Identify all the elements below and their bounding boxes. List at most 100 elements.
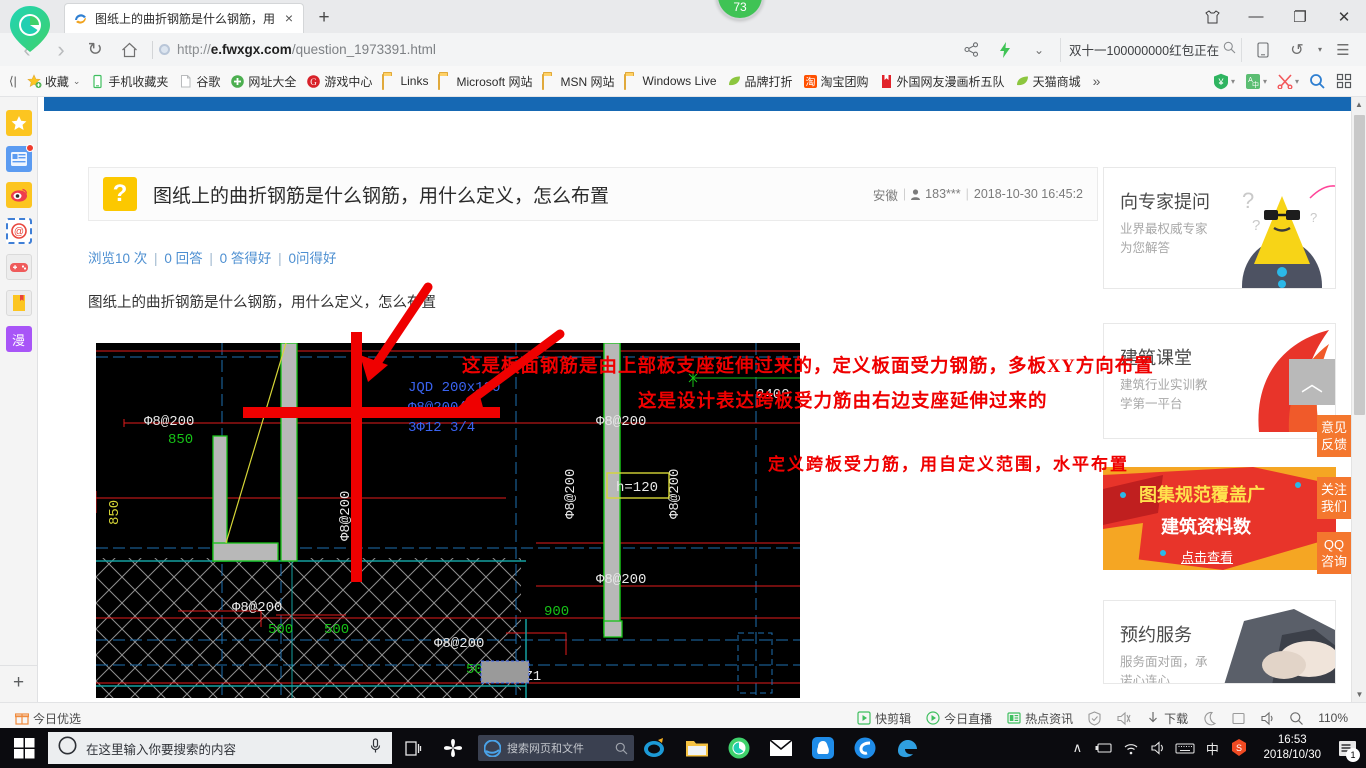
reload-button[interactable]: ↻ (78, 35, 112, 65)
bookmark-mobile-favorites[interactable]: 手机收藏夹 (85, 70, 173, 93)
stat-good-answers[interactable]: 0 答得好 (220, 251, 272, 266)
ime-mode-icon[interactable]: 中 (1199, 728, 1225, 768)
status-today-picks[interactable]: 今日优选 (8, 708, 87, 729)
battery-icon[interactable] (1091, 728, 1117, 768)
bookmarks-overflow-button[interactable]: » (1086, 73, 1108, 89)
stat-good-questions[interactable]: 0问得好 (288, 251, 336, 266)
bookmark-microsoft[interactable]: Microsoft 网站 (433, 70, 537, 93)
cortana-app-icon[interactable] (432, 728, 474, 768)
site-info-icon[interactable] (159, 44, 170, 55)
windows-start-icon[interactable] (0, 728, 48, 768)
maximize-button[interactable]: ❐ (1278, 0, 1322, 33)
chevron-down-icon[interactable]: ⌄ (73, 76, 81, 87)
status-window-mode[interactable] (1225, 709, 1252, 728)
status-zoom[interactable] (1283, 709, 1310, 728)
apps-grid-icon[interactable] (1332, 71, 1356, 91)
taskbar-clock[interactable]: 16:53 2018/10/30 (1253, 733, 1331, 763)
360-browser-icon[interactable] (718, 728, 760, 768)
360-safe-icon[interactable] (844, 728, 886, 768)
bookmark-favorites[interactable]: 收藏 ⌄ (22, 70, 86, 93)
mobile-view-icon[interactable] (1246, 35, 1280, 65)
scroll-up-arrow[interactable]: ▲ (1352, 97, 1366, 112)
ie-search-box[interactable]: 搜索网页和文件 (478, 735, 634, 761)
file-explorer-icon[interactable] (676, 728, 718, 768)
bookmark-google[interactable]: 谷歌 (173, 70, 225, 93)
ie-taskbar-icon[interactable] (634, 728, 676, 768)
stat-answers[interactable]: 0 回答 (164, 251, 202, 266)
skin-button[interactable] (1190, 0, 1234, 33)
bookmark-tmall[interactable]: 天猫商城 (1010, 70, 1086, 93)
follow-widget[interactable]: 关注 我们 (1317, 477, 1351, 519)
new-tab-button[interactable]: + (312, 6, 336, 30)
browser-tab[interactable]: 图纸上的曲折钢筋是什么钢筋，用 × (64, 3, 304, 33)
search-input[interactable]: 双十一100000000红包正在 (1060, 37, 1242, 62)
bookmark-game-center[interactable]: G 游戏中心 (301, 70, 377, 93)
status-volume[interactable] (1254, 709, 1281, 728)
stat-views[interactable]: 浏览10 次 (88, 251, 147, 266)
qq-icon[interactable] (802, 728, 844, 768)
ad-banner-cta[interactable]: 点击查看 (1181, 547, 1233, 566)
menu-button[interactable]: ☰ (1326, 35, 1360, 65)
qq-widget[interactable]: QQ 咨询 (1317, 532, 1351, 574)
bookmark-web-directory[interactable]: 网址大全 (225, 70, 301, 93)
bookmark-brand-discount[interactable]: 品牌打折 (722, 70, 798, 93)
status-quick-edit[interactable]: 快剪辑 (850, 708, 917, 729)
status-night-mode[interactable] (1196, 709, 1223, 728)
news-feed-icon[interactable] (5, 144, 34, 172)
mail-icon[interactable] (760, 728, 802, 768)
caret-icon[interactable]: ▾ (1263, 77, 1267, 86)
ad-banner-atlas[interactable]: 图集规范覆盖广 建筑资料数 点击查看 (1103, 467, 1336, 570)
keyboard-icon[interactable] (1172, 728, 1198, 768)
tab-close-icon[interactable]: × (281, 10, 297, 27)
status-mute[interactable] (1110, 709, 1137, 728)
caret-icon[interactable]: ▾ (1231, 77, 1235, 86)
edge-icon[interactable] (886, 728, 928, 768)
bookmarks-collapse-button[interactable]: ⟨| (4, 70, 22, 93)
novel-book-icon[interactable] (5, 290, 32, 316)
status-hot-news[interactable]: 热点资讯 (1000, 708, 1079, 729)
scissors-icon[interactable]: ▾ (1273, 71, 1303, 91)
status-live-today[interactable]: 今日直播 (919, 708, 998, 729)
back-to-top-button[interactable]: ︿ (1289, 359, 1335, 405)
bookmark-foreign-comics[interactable]: 外国网友漫画析五队 (874, 70, 1010, 93)
ad-ask-expert[interactable]: ? ? ? 向专家提问 业界最权威专家 为您解答 (1103, 167, 1336, 289)
ad-appointment-service[interactable]: 预约服务 服务面对面，承 诺心连心 (1103, 600, 1336, 684)
tray-expand-icon[interactable]: ∧ (1064, 728, 1090, 768)
search-icon[interactable] (1223, 41, 1236, 59)
bookmark-msn[interactable]: MSN 网站 (537, 70, 619, 93)
home-button[interactable] (112, 35, 146, 65)
bookmark-taobao[interactable]: 淘 淘宝团购 (798, 70, 874, 93)
magnifier-icon[interactable] (1305, 71, 1330, 92)
status-downloads[interactable]: 下载 (1139, 708, 1194, 729)
status-zoom-level[interactable]: 110% (1312, 709, 1358, 727)
minimize-button[interactable]: — (1234, 0, 1278, 33)
wallet-icon[interactable]: ¥ ▾ (1209, 71, 1239, 92)
scroll-down-arrow[interactable]: ▼ (1352, 687, 1366, 702)
wifi-icon[interactable] (1118, 728, 1144, 768)
translate-icon[interactable]: A中 ▾ (1241, 71, 1271, 92)
game-pad-icon[interactable] (5, 254, 32, 280)
microphone-icon[interactable] (369, 737, 382, 759)
comics-icon[interactable]: 漫 (5, 326, 32, 352)
undo-button[interactable]: ↺ (1280, 35, 1314, 65)
close-button[interactable]: ✕ (1322, 0, 1366, 33)
favorites-star-icon[interactable] (5, 110, 32, 136)
share-icon[interactable] (954, 35, 988, 65)
address-bar[interactable]: http://e.fwxgx.com/question_1973391.html (159, 38, 954, 62)
vertical-scroll-thumb[interactable] (1354, 115, 1365, 415)
sogou-icon[interactable]: S (1226, 728, 1252, 768)
vertical-scrollbar[interactable]: ▲ ▼ (1351, 97, 1366, 702)
mail-at-icon[interactable]: @ (5, 218, 32, 244)
lightning-icon[interactable] (988, 35, 1022, 65)
taskbar-search-input[interactable]: 在这里输入你要搜索的内容 (48, 732, 392, 764)
feedback-widget[interactable]: 意见 反馈 (1317, 415, 1351, 457)
weibo-icon[interactable] (5, 182, 32, 208)
undo-caret-icon[interactable]: ▾ (1314, 35, 1326, 65)
bookmark-windows-live[interactable]: Windows Live (619, 70, 721, 93)
score-badge[interactable]: 73 (716, 0, 764, 20)
caret-icon[interactable]: ▾ (1295, 77, 1299, 86)
bookmark-links[interactable]: Links (377, 70, 433, 93)
notification-center-button[interactable]: 1 (1332, 728, 1362, 768)
volume-icon[interactable] (1145, 728, 1171, 768)
status-shield[interactable] (1081, 709, 1108, 728)
